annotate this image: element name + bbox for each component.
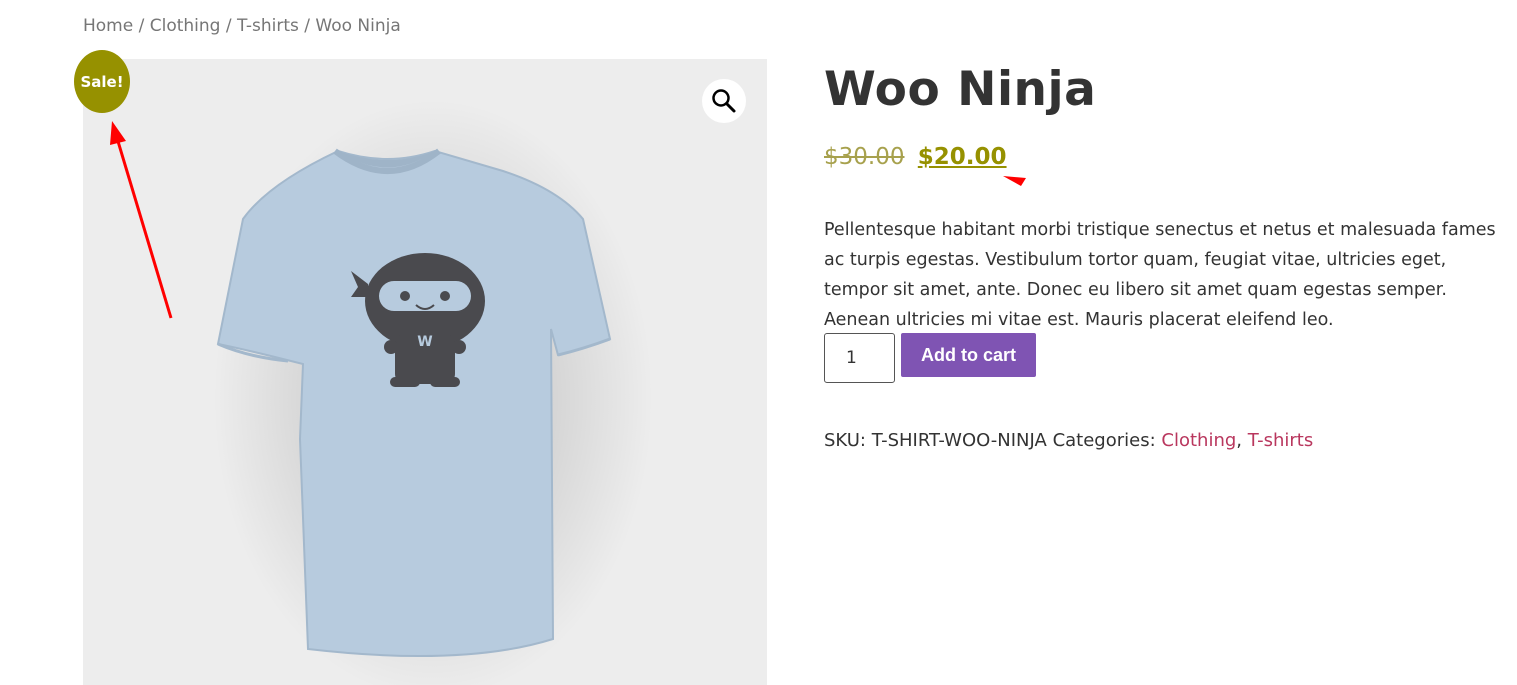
category-link-clothing[interactable]: Clothing	[1161, 430, 1236, 451]
breadcrumb-home[interactable]: Home	[83, 16, 133, 36]
add-to-cart-button[interactable]: Add to cart	[901, 333, 1037, 377]
breadcrumb-tshirts[interactable]: T-shirts	[237, 16, 299, 36]
product-summary: Woo Ninja $30.00 $20.00 Pellentesque hab…	[824, 62, 1514, 451]
ninja-letter: W	[417, 334, 432, 350]
product-description: Pellentesque habitant morbi tristique se…	[824, 219, 1496, 330]
breadcrumb-separator: /	[225, 16, 232, 36]
product-gallery[interactable]: W	[83, 59, 767, 685]
old-price: $30.00	[824, 144, 905, 170]
product-meta: SKU: T-SHIRT-WOO-NINJA Categories: Cloth…	[824, 430, 1313, 451]
breadcrumb-separator: /	[138, 16, 145, 36]
annotation-arrowhead-price	[1003, 176, 1026, 186]
breadcrumb: Home / Clothing / T-shirts / Woo Ninja	[83, 16, 401, 36]
sale-badge: Sale!	[74, 50, 130, 113]
zoom-button[interactable]	[702, 79, 746, 123]
breadcrumb-separator: /	[304, 16, 310, 36]
category-link-tshirts[interactable]: T-shirts	[1248, 430, 1313, 451]
add-to-cart-form: 1 Add to cart	[824, 333, 1037, 383]
categories-label: Categories:	[1052, 430, 1156, 451]
breadcrumb-current: Woo Ninja	[315, 16, 401, 36]
product-title: Woo Ninja	[824, 62, 1097, 117]
sku-value: T-SHIRT-WOO-NINJA	[871, 430, 1047, 451]
sale-price: $20.00	[917, 144, 1007, 170]
category-separator: ,	[1236, 430, 1243, 451]
product-price: $30.00 $20.00	[824, 144, 1007, 170]
breadcrumb-clothing[interactable]: Clothing	[150, 16, 221, 36]
sku-label: SKU:	[824, 430, 866, 451]
quantity-input[interactable]: 1	[824, 333, 895, 383]
product-image[interactable]: W	[83, 59, 767, 685]
magnifier-icon	[712, 89, 736, 113]
